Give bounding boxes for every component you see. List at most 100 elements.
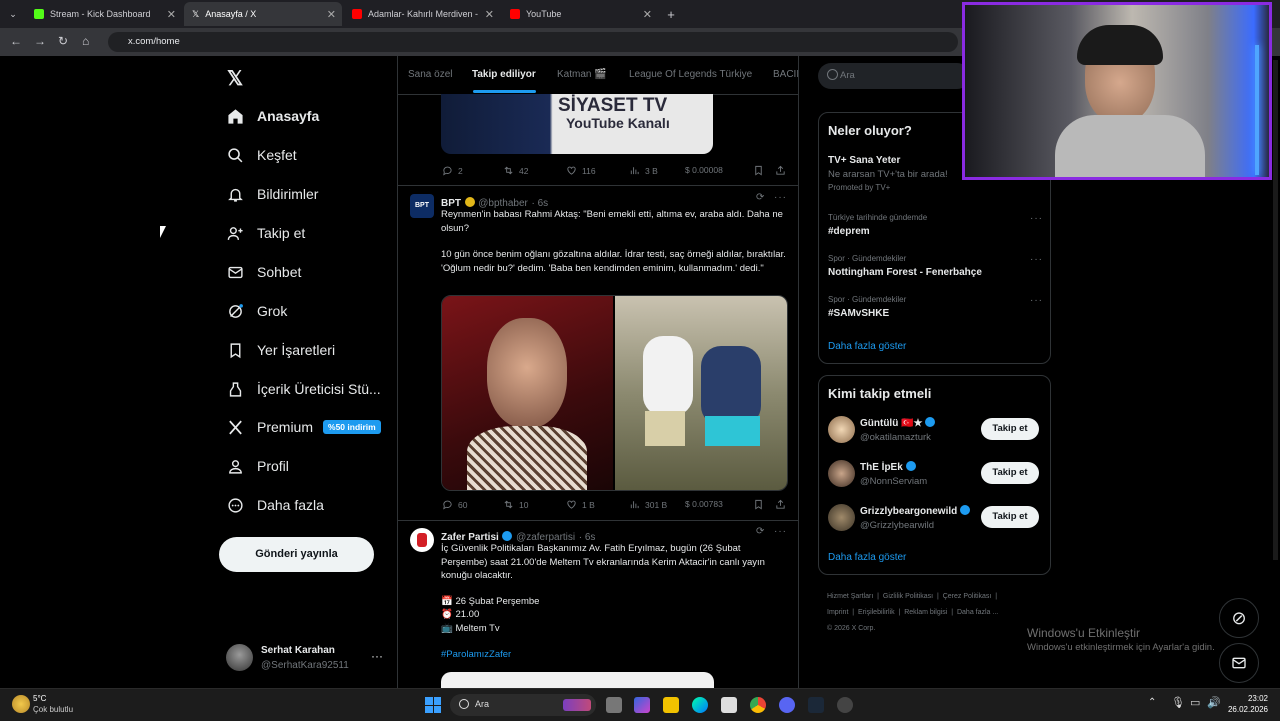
weather-desc[interactable]: Çok bulutlu [33, 705, 73, 714]
close-icon[interactable]: ✕ [167, 8, 176, 21]
show-more-link[interactable]: Daha fazla göster [828, 552, 906, 563]
nav-follow[interactable]: Takip et [226, 219, 305, 247]
close-icon[interactable]: ✕ [327, 8, 336, 21]
store-icon[interactable] [721, 697, 737, 713]
follow-name[interactable]: ThE İpEk [860, 461, 916, 473]
account-switcher[interactable]: Serhat Karahan @SerhatKara92511 ··· [226, 643, 386, 675]
nav-profile[interactable]: Profil [226, 452, 289, 480]
tab-katman[interactable]: Katman 🎬 [557, 69, 607, 80]
follow-button[interactable]: Takip et [981, 418, 1039, 440]
tray-chevron-icon[interactable]: ⌃ [1148, 697, 1156, 708]
tab-kick[interactable]: Stream - Kick Dashboard ✕ [26, 2, 182, 26]
repost-button[interactable]: 10 [503, 499, 528, 510]
search-input[interactable]: Ara [818, 63, 970, 89]
promo-trend[interactable]: TV+ Sana Yeter Ne ararsan TV+'ta bir ara… [828, 155, 948, 192]
like-button[interactable]: 116 [566, 165, 596, 176]
tip-button[interactable]: $ 0.00008 [685, 165, 723, 175]
tab-youtube-video[interactable]: Adamlar- Kahırlı Merdiven - Yo ✕ [344, 2, 500, 26]
more-dots-icon[interactable]: ··· [774, 192, 787, 203]
post-button[interactable]: Gönderi yayınla [219, 537, 374, 572]
taskbar-search[interactable]: Ara [450, 694, 596, 716]
forward-icon[interactable]: → [34, 34, 46, 48]
nav-notifications[interactable]: Bildirimler [226, 180, 318, 208]
footer-link[interactable]: Daha fazla ... [957, 609, 998, 616]
post-bpt[interactable]: BPT BPT @bpthaber · 6s ⟳ ··· Reynmen'in … [398, 186, 798, 521]
weather-icon[interactable] [12, 695, 30, 713]
mic-icon[interactable]: 🎙 [1171, 696, 1185, 709]
bookmark-icon[interactable] [753, 165, 769, 176]
volume-icon[interactable]: 🔊 [1207, 696, 1221, 709]
avatar[interactable] [828, 504, 855, 531]
trend-item[interactable]: Spor · Gündemdekiler #SAMvSHKE ··· [828, 295, 1043, 319]
show-more-link[interactable]: Daha fazla göster [828, 341, 906, 352]
monitor-icon[interactable]: ▭ [1190, 696, 1200, 709]
avatar[interactable] [410, 528, 434, 552]
follow-name[interactable]: Güntülü 🇹🇷★ [860, 417, 936, 429]
steam-icon[interactable] [808, 697, 824, 713]
share-icon[interactable] [775, 165, 791, 176]
follow-name[interactable]: Grizzlybeargonewild [860, 505, 971, 517]
tip-button[interactable]: $ 0.00783 [685, 499, 723, 509]
clock-time[interactable]: 23:02 [1236, 694, 1268, 703]
back-icon[interactable]: ← [10, 34, 22, 48]
views-button[interactable]: 3 B [629, 165, 658, 176]
x-logo-icon[interactable]: 𝕏 [227, 66, 243, 91]
nav-creator-studio[interactable]: İçerik Üreticisi Stü... [226, 375, 381, 403]
url-field[interactable]: x.com/home [108, 32, 958, 52]
follow-button[interactable]: Takip et [981, 462, 1039, 484]
grok-icon[interactable]: ⟳ [756, 526, 764, 537]
footer-link[interactable]: Reklam bilgisi [904, 609, 947, 616]
reload-icon[interactable]: ↻ [58, 34, 68, 48]
copilot-icon[interactable] [634, 697, 650, 713]
close-icon[interactable]: ✕ [485, 8, 494, 21]
post-media-banner[interactable]: SİYASET TV YouTube Kanalı [441, 94, 713, 154]
close-icon[interactable]: ✕ [643, 8, 652, 21]
repost-button[interactable]: 42 [503, 165, 528, 176]
trend-item[interactable]: Türkiye tarihinde gündemde #deprem ··· [828, 213, 1043, 237]
post-image[interactable] [441, 672, 714, 688]
tab-following[interactable]: Takip ediliyor [472, 69, 536, 80]
tab-bacii[interactable]: BACII [773, 69, 798, 80]
avatar[interactable]: BPT [410, 194, 434, 218]
footer-link[interactable]: Gizlilik Politikası [883, 593, 933, 600]
footer-link[interactable]: Imprint [827, 609, 848, 616]
more-dots-icon[interactable]: ··· [1030, 213, 1043, 224]
tab-lol-turkiye[interactable]: League Of Legends Türkiye [629, 69, 752, 80]
tab-list-button[interactable]: ⌄ [4, 2, 22, 26]
avatar[interactable] [828, 416, 855, 443]
tab-youtube[interactable]: YouTube ✕ [502, 2, 658, 26]
more-dots-icon[interactable]: ··· [1030, 254, 1043, 265]
nav-more[interactable]: Daha fazla [226, 491, 324, 519]
start-icon[interactable] [425, 697, 441, 713]
grok-fab[interactable]: ⊘ [1219, 598, 1259, 638]
grok-icon[interactable]: ⟳ [756, 192, 764, 203]
nav-premium[interactable]: Premium %50 indirim [226, 413, 381, 441]
app-icon[interactable] [837, 697, 853, 713]
more-dots-icon[interactable]: ··· [1030, 295, 1043, 306]
tab-x-home[interactable]: 𝕏 Anasayfa / X ✕ [184, 2, 342, 26]
views-button[interactable]: 301 B [629, 499, 667, 510]
nav-grok[interactable]: Grok [226, 297, 287, 325]
hashtag-link[interactable]: #ParolamızZafer [441, 648, 511, 662]
home-icon[interactable]: ⌂ [82, 34, 89, 48]
weather-temp[interactable]: 5°C [33, 694, 46, 703]
more-dots-icon[interactable]: ··· [371, 649, 383, 663]
footer-link[interactable]: Çerez Politikası [943, 593, 992, 600]
tab-for-you[interactable]: Sana özel [408, 69, 452, 80]
share-icon[interactable] [775, 499, 791, 510]
avatar[interactable] [828, 460, 855, 487]
bookmark-icon[interactable] [753, 499, 769, 510]
edge-icon[interactable] [692, 697, 708, 713]
more-dots-icon[interactable]: ··· [774, 526, 787, 537]
nav-bookmarks[interactable]: Yer İşaretleri [226, 336, 335, 364]
reply-button[interactable]: 2 [442, 165, 463, 176]
reply-button[interactable]: 60 [442, 499, 467, 510]
nav-messages[interactable]: Sohbet [226, 258, 301, 286]
footer-link[interactable]: Erişilebilirlik [858, 609, 895, 616]
messages-fab[interactable] [1219, 643, 1259, 683]
trend-item[interactable]: Spor · Gündemdekiler Nottingham Forest -… [828, 254, 1043, 278]
nav-explore[interactable]: Keşfet [226, 141, 297, 169]
follow-button[interactable]: Takip et [981, 506, 1039, 528]
task-view-icon[interactable] [606, 697, 622, 713]
scrollbar[interactable] [1273, 60, 1278, 560]
